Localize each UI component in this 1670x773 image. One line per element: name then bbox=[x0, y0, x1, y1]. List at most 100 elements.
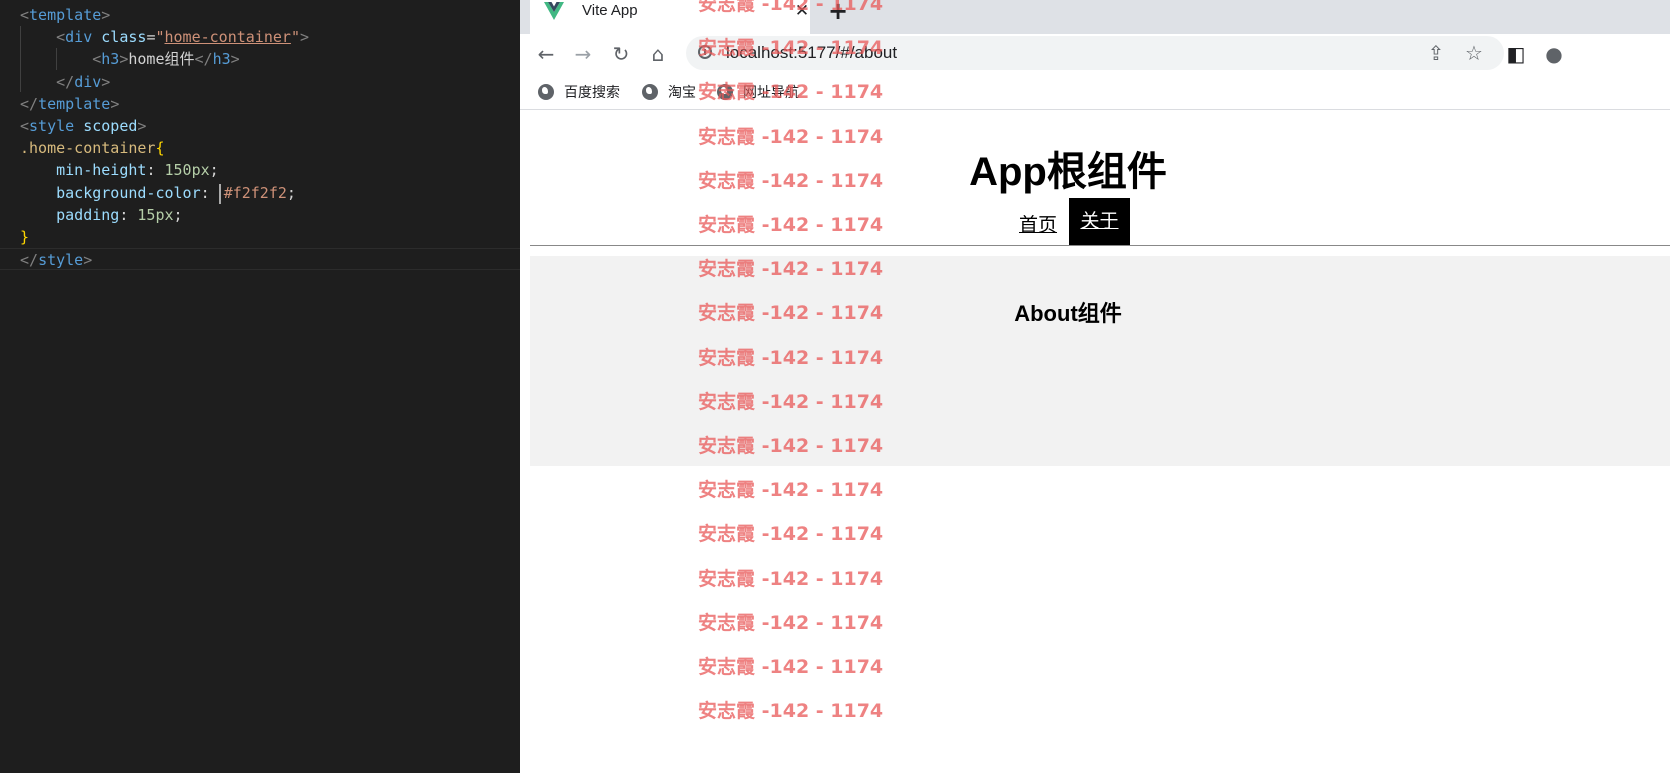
code-line[interactable]: </div> bbox=[0, 71, 520, 93]
side-panel-icon[interactable]: ◧ bbox=[1500, 38, 1532, 70]
code-token: < bbox=[92, 50, 102, 69]
code-token: > bbox=[101, 6, 111, 24]
nav-link-home[interactable]: 首页 bbox=[1019, 210, 1057, 237]
code-token: " bbox=[290, 28, 300, 47]
profile-avatar-icon[interactable]: ● bbox=[1538, 38, 1570, 70]
code-token: style bbox=[29, 117, 75, 135]
info-icon[interactable] bbox=[698, 45, 712, 59]
code-token: .home-container bbox=[20, 139, 156, 158]
url-text[interactable]: localhost:5177/#/about bbox=[726, 36, 897, 70]
code-token: h3 bbox=[101, 50, 120, 69]
code-token: > bbox=[137, 117, 147, 135]
star-icon[interactable]: ☆ bbox=[1458, 37, 1490, 69]
code-token: : bbox=[119, 205, 138, 224]
bookmark-taobao[interactable]: 淘宝 bbox=[642, 80, 696, 104]
about-container: About组件 bbox=[530, 256, 1670, 466]
globe-icon bbox=[717, 84, 733, 100]
browser-window: Vite App ✕ + ← → ↻ ⌂ localhost:5177/#/ab… bbox=[520, 0, 1670, 773]
code-token: } bbox=[20, 228, 30, 246]
globe-icon bbox=[538, 84, 554, 100]
code-token: padding bbox=[56, 205, 120, 224]
code-token: div bbox=[65, 28, 93, 47]
code-token: home-container bbox=[164, 28, 291, 47]
tab-title: Vite App bbox=[582, 2, 638, 19]
code-token: 150px bbox=[164, 161, 210, 180]
browser-toolbar: ← → ↻ ⌂ localhost:5177/#/about ⇪ ☆ ◧ ● bbox=[520, 34, 1670, 74]
bookmark-baidu[interactable]: 百度搜索 bbox=[538, 80, 620, 104]
close-icon[interactable]: ✕ bbox=[792, 0, 812, 22]
code-token: </ bbox=[20, 251, 39, 270]
code-token: class bbox=[101, 28, 147, 47]
code-line[interactable]: min-height: 150px; bbox=[0, 159, 520, 181]
code-token: min-height bbox=[56, 161, 147, 180]
code-token: ; bbox=[286, 183, 296, 202]
code-token: > bbox=[299, 28, 309, 47]
code-line[interactable]: <h3>home组件</h3> bbox=[0, 48, 520, 70]
bookmark-label: 百度搜索 bbox=[564, 84, 620, 100]
reload-icon[interactable]: ↻ bbox=[605, 38, 637, 70]
code-token: ; bbox=[173, 205, 183, 224]
code-token: > bbox=[110, 94, 120, 113]
code-token: > bbox=[101, 72, 111, 91]
code-line[interactable]: background-color: #f2f2f2; bbox=[0, 182, 520, 204]
code-line[interactable]: <style scoped> bbox=[0, 115, 520, 137]
bookmark-nav[interactable]: 网址导航 bbox=[717, 80, 799, 104]
code-token: > bbox=[230, 50, 240, 69]
tab-strip: Vite App ✕ + bbox=[520, 0, 1670, 34]
code-editor[interactable]: <template> <div class="home-container"> … bbox=[0, 0, 520, 773]
page-content: App根组件 首页 关于 About组件 bbox=[520, 111, 1670, 773]
nav-link-about-active[interactable]: 关于 bbox=[1069, 198, 1130, 246]
bookmarks-bar: 百度搜索 淘宝 网址导航 bbox=[520, 74, 1670, 110]
code-token: < bbox=[20, 117, 30, 135]
bookmark-label: 网址导航 bbox=[743, 84, 799, 100]
code-line[interactable]: .home-container{ bbox=[0, 137, 520, 159]
code-token: : bbox=[200, 183, 219, 202]
globe-icon bbox=[642, 84, 658, 100]
divider bbox=[530, 245, 1670, 246]
color-swatch-icon[interactable] bbox=[218, 183, 221, 204]
indent-guide bbox=[56, 48, 57, 70]
code-token: #f2f2f2 bbox=[223, 183, 287, 202]
about-title: About组件 bbox=[1014, 301, 1122, 326]
code-line[interactable]: </style> bbox=[0, 248, 520, 271]
forward-icon[interactable]: → bbox=[567, 38, 599, 70]
code-token: template bbox=[38, 94, 111, 113]
code-line[interactable]: </template> bbox=[0, 93, 520, 115]
code-token: </ bbox=[20, 94, 39, 113]
new-tab-icon[interactable]: + bbox=[827, 0, 849, 23]
tab-vite-app[interactable]: Vite App ✕ bbox=[530, 0, 810, 34]
code-token: > bbox=[83, 251, 93, 270]
code-token: scoped bbox=[83, 117, 138, 135]
code-line[interactable]: <div class="home-container"> bbox=[0, 26, 520, 48]
code-token: : bbox=[146, 161, 165, 180]
router-nav: 首页 关于 bbox=[520, 198, 1616, 246]
code-token: </ bbox=[56, 72, 75, 91]
back-icon[interactable]: ← bbox=[530, 38, 562, 70]
code-token: home组件 bbox=[128, 50, 195, 69]
code-token: </ bbox=[194, 50, 213, 69]
code-token: < bbox=[56, 28, 66, 47]
address-bar[interactable]: localhost:5177/#/about ⇪ ☆ bbox=[686, 36, 1504, 70]
code-line[interactable]: <template> bbox=[0, 4, 520, 26]
bookmark-label: 淘宝 bbox=[668, 84, 696, 100]
code-token: style bbox=[38, 251, 84, 270]
indent-guide bbox=[20, 26, 21, 92]
home-icon[interactable]: ⌂ bbox=[642, 38, 674, 70]
code-token: h3 bbox=[212, 50, 231, 69]
code-token: " bbox=[155, 28, 165, 47]
share-icon[interactable]: ⇪ bbox=[1420, 37, 1452, 69]
code-line[interactable]: padding: 15px; bbox=[0, 204, 520, 226]
code-token: template bbox=[29, 6, 102, 24]
code-token: { bbox=[155, 139, 165, 158]
code-token: div bbox=[74, 72, 102, 91]
code-line[interactable]: } bbox=[0, 226, 520, 248]
code-token: 15px bbox=[137, 205, 174, 224]
app-title: App根组件 bbox=[969, 150, 1167, 194]
